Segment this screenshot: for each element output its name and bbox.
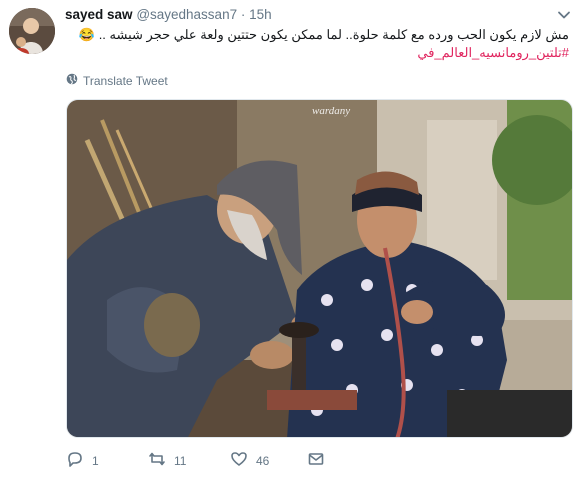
like-button[interactable]: 46 [230, 450, 269, 471]
tweet-text: مش لازم يكون الحب ورده مع كلمة حلوة.. لم… [65, 26, 569, 62]
tweet-photo[interactable]: wardany [66, 99, 573, 438]
translate-label: Translate Tweet [83, 73, 168, 88]
tweet-card: sayed saw @sayedhassan7 · 15h مش لازم يك… [0, 0, 583, 483]
retweet-count: 11 [174, 453, 187, 468]
translate-tweet-link[interactable]: Translate Tweet [66, 73, 168, 88]
reply-button[interactable]: 1 [66, 450, 99, 471]
retweet-icon [148, 450, 166, 471]
like-count: 46 [256, 453, 270, 468]
avatar[interactable] [9, 8, 55, 54]
reply-icon [66, 450, 84, 471]
chevron-down-icon[interactable] [557, 8, 571, 22]
separator-dot: · [240, 7, 246, 22]
retweet-button[interactable]: 11 [148, 450, 186, 471]
user-handle[interactable]: @sayedhassan7 [136, 7, 237, 22]
hashtag-link[interactable]: #تلتين_رومانسيه_العالم_في [65, 44, 569, 62]
photo-watermark: wardany [312, 105, 350, 117]
tweet-header: sayed saw @sayedhassan7 · 15h [65, 7, 272, 22]
timestamp[interactable]: 15h [249, 7, 272, 22]
direct-message-button[interactable] [307, 450, 325, 471]
reply-count: 1 [92, 453, 99, 468]
display-name[interactable]: sayed saw [65, 7, 133, 22]
like-icon [230, 450, 248, 471]
tweet-actions: 1 11 46 [66, 450, 366, 472]
message-icon [307, 450, 325, 471]
tweet-body: مش لازم يكون الحب ورده مع كلمة حلوة.. لم… [78, 27, 569, 42]
globe-icon [66, 73, 78, 88]
